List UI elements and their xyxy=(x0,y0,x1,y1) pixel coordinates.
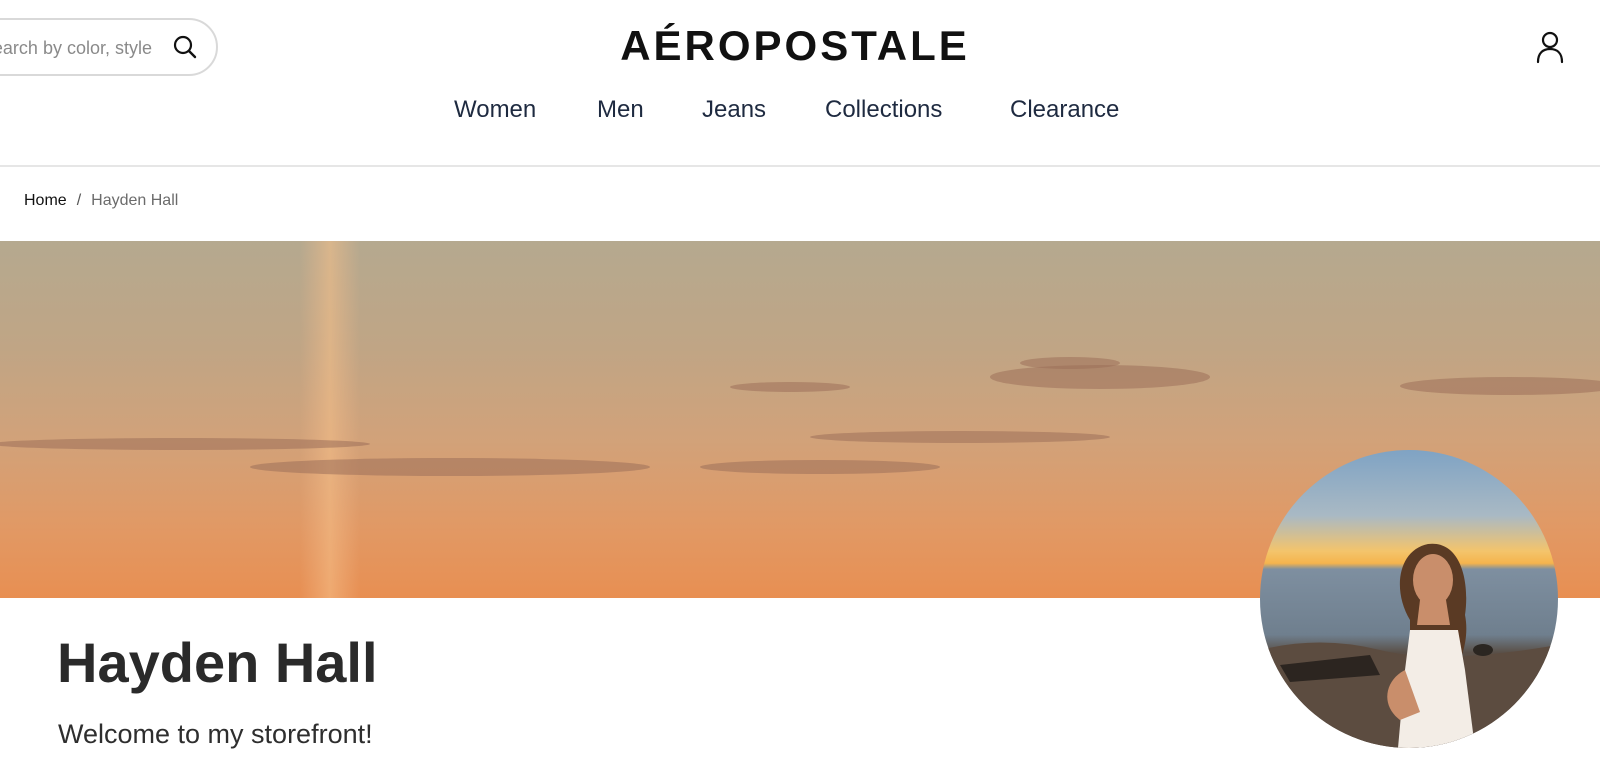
search-input[interactable] xyxy=(0,30,152,66)
search-icon[interactable] xyxy=(172,34,198,60)
nav-item-women[interactable]: Women xyxy=(454,96,536,124)
search-box[interactable] xyxy=(0,18,218,76)
profile-name: Hayden Hall xyxy=(57,631,378,694)
breadcrumb: Home / Hayden Hall xyxy=(24,192,178,214)
nav-item-jeans[interactable]: Jeans xyxy=(702,96,766,124)
profile-tagline: Welcome to my storefront! xyxy=(58,719,373,749)
storefront-page: AÉROPOSTALE Women Men Jeans Collections … xyxy=(0,0,1600,781)
site-header: AÉROPOSTALE Women Men Jeans Collections … xyxy=(0,0,1600,167)
brand-logo[interactable]: AÉROPOSTALE xyxy=(600,22,990,70)
main-nav: Women Men Jeans Collections Clearance xyxy=(0,96,1600,136)
breadcrumb-home-link[interactable]: Home xyxy=(24,192,67,209)
avatar-photo xyxy=(1260,450,1558,748)
breadcrumb-separator: / xyxy=(76,192,82,209)
breadcrumb-current: Hayden Hall xyxy=(91,192,179,209)
nav-item-men[interactable]: Men xyxy=(597,96,644,124)
account-icon[interactable] xyxy=(1535,30,1565,64)
nav-item-collections[interactable]: Collections xyxy=(825,96,942,124)
avatar xyxy=(1260,450,1558,748)
nav-item-clearance[interactable]: Clearance xyxy=(1010,96,1119,124)
